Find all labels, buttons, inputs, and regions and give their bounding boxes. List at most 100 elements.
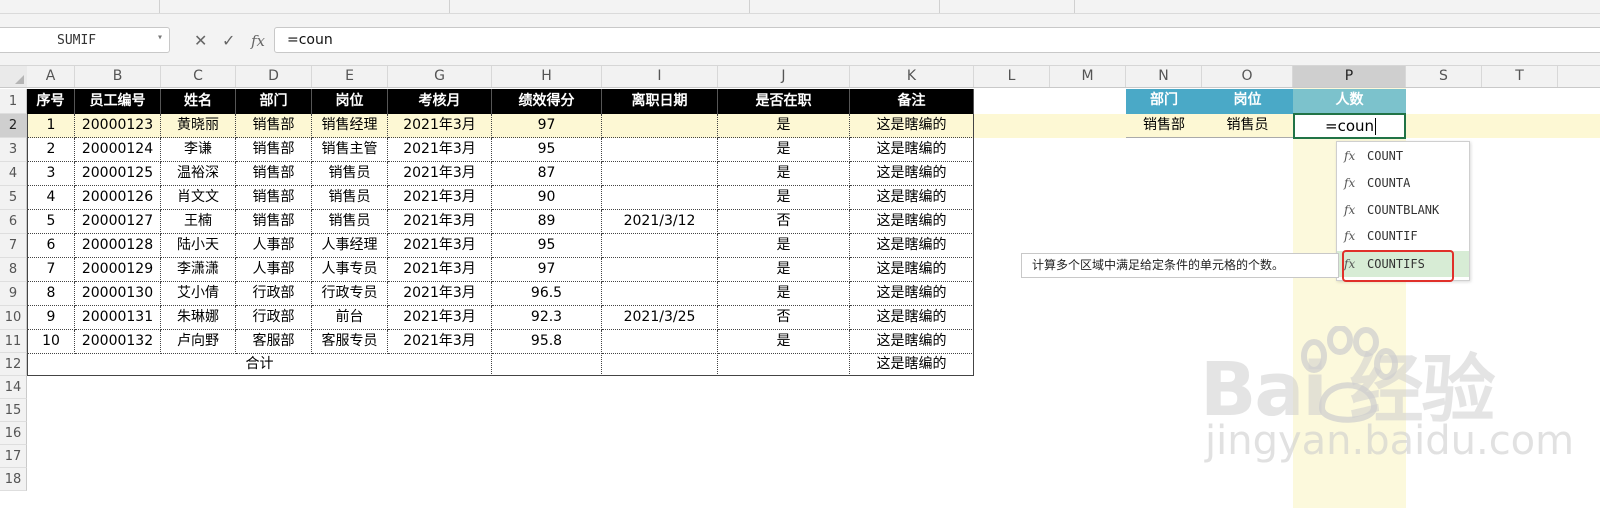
- total-cell[interactable]: [602, 353, 718, 376]
- cell-leave-date[interactable]: [602, 234, 718, 258]
- total-label[interactable]: 合计: [27, 353, 492, 376]
- cell-note[interactable]: 这是瞎编的: [850, 210, 974, 234]
- cell-leave-date[interactable]: [602, 186, 718, 210]
- cell-position[interactable]: 客服专员: [312, 330, 388, 354]
- cell-emp-id[interactable]: 20000125: [75, 162, 161, 186]
- total-note[interactable]: 这是瞎编的: [850, 353, 974, 376]
- header-seq[interactable]: 序号: [27, 89, 75, 114]
- cell-dept[interactable]: 人事部: [236, 258, 312, 282]
- cell-name[interactable]: 艾小倩: [161, 282, 236, 306]
- header-name[interactable]: 姓名: [161, 89, 236, 114]
- cell-emp-id[interactable]: 20000129: [75, 258, 161, 282]
- autocomplete-item-counta[interactable]: fx COUNTA: [1337, 170, 1469, 196]
- col-header-J[interactable]: J: [718, 66, 850, 87]
- row-header[interactable]: 16: [0, 422, 27, 445]
- header-dept[interactable]: 部门: [236, 89, 312, 114]
- cell-dept[interactable]: 销售部: [236, 162, 312, 186]
- side-value-dept[interactable]: 销售部: [1126, 114, 1202, 138]
- cell-seq[interactable]: 3: [27, 162, 75, 186]
- cell-note[interactable]: 这是瞎编的: [850, 114, 974, 138]
- cell-review-month[interactable]: 2021年3月: [388, 258, 492, 282]
- row-header[interactable]: 6: [0, 210, 27, 234]
- cell-emp-id[interactable]: 20000123: [75, 114, 161, 138]
- cell-position[interactable]: 人事经理: [312, 234, 388, 258]
- cell-note[interactable]: 这是瞎编的: [850, 282, 974, 306]
- cell-employed[interactable]: 是: [718, 186, 850, 210]
- row-header[interactable]: 14: [0, 376, 27, 399]
- header-emp-id[interactable]: 员工编号: [75, 89, 161, 114]
- row-header[interactable]: 5: [0, 186, 27, 210]
- side-header-count[interactable]: 人数: [1293, 89, 1406, 114]
- cell-dept[interactable]: 行政部: [236, 306, 312, 330]
- cell-score[interactable]: 90: [492, 186, 602, 210]
- cell-dept[interactable]: 销售部: [236, 114, 312, 138]
- cell-note[interactable]: 这是瞎编的: [850, 330, 974, 354]
- cell-dept[interactable]: 客服部: [236, 330, 312, 354]
- cell-position[interactable]: 销售主管: [312, 138, 388, 162]
- cell-score[interactable]: 87: [492, 162, 602, 186]
- chevron-down-icon[interactable]: ▾: [157, 32, 163, 43]
- cell-name[interactable]: 温裕深: [161, 162, 236, 186]
- name-box[interactable]: SUMIF ▾: [0, 27, 170, 53]
- cancel-icon[interactable]: ✕: [194, 30, 207, 52]
- autocomplete-item-countblank[interactable]: fx COUNTBLANK: [1337, 197, 1469, 223]
- row-header[interactable]: 12: [0, 353, 27, 376]
- col-header-G[interactable]: G: [388, 66, 492, 87]
- cell-review-month[interactable]: 2021年3月: [388, 138, 492, 162]
- cell-review-month[interactable]: 2021年3月: [388, 210, 492, 234]
- cell-emp-id[interactable]: 20000124: [75, 138, 161, 162]
- row-header[interactable]: 9: [0, 282, 27, 306]
- cell-seq[interactable]: 5: [27, 210, 75, 234]
- cell-position[interactable]: 销售经理: [312, 114, 388, 138]
- col-header-N[interactable]: N: [1126, 66, 1202, 87]
- cell-score[interactable]: 96.5: [492, 282, 602, 306]
- cell-review-month[interactable]: 2021年3月: [388, 186, 492, 210]
- col-header-L[interactable]: L: [974, 66, 1050, 87]
- row-header[interactable]: 15: [0, 399, 27, 422]
- cell-seq[interactable]: 4: [27, 186, 75, 210]
- cell-position[interactable]: 行政专员: [312, 282, 388, 306]
- cell-position[interactable]: 销售员: [312, 210, 388, 234]
- col-header-P[interactable]: P: [1293, 66, 1406, 87]
- row-header[interactable]: 2: [0, 114, 27, 138]
- cell-leave-date[interactable]: [602, 138, 718, 162]
- cell-emp-id[interactable]: 20000127: [75, 210, 161, 234]
- col-header-B[interactable]: B: [75, 66, 161, 87]
- cell-review-month[interactable]: 2021年3月: [388, 306, 492, 330]
- cell-employed[interactable]: 是: [718, 282, 850, 306]
- header-employed[interactable]: 是否在职: [718, 89, 850, 114]
- cell-review-month[interactable]: 2021年3月: [388, 162, 492, 186]
- row-header[interactable]: 11: [0, 330, 27, 353]
- cell-score[interactable]: 92.3: [492, 306, 602, 330]
- cell-name[interactable]: 黄晓丽: [161, 114, 236, 138]
- cell-score[interactable]: 97: [492, 258, 602, 282]
- formula-input[interactable]: =coun: [274, 27, 1600, 53]
- cell-seq[interactable]: 10: [27, 330, 75, 354]
- select-all-corner[interactable]: [0, 66, 27, 87]
- cell-position[interactable]: 人事专员: [312, 258, 388, 282]
- cell-note[interactable]: 这是瞎编的: [850, 306, 974, 330]
- cell-emp-id[interactable]: 20000131: [75, 306, 161, 330]
- total-cell[interactable]: [718, 353, 850, 376]
- col-header-M[interactable]: M: [1050, 66, 1126, 87]
- header-position[interactable]: 岗位: [312, 89, 388, 114]
- total-cell[interactable]: [492, 353, 602, 376]
- cell-dept[interactable]: 人事部: [236, 234, 312, 258]
- side-header-dept[interactable]: 部门: [1126, 89, 1202, 114]
- active-cell-editor[interactable]: =coun: [1293, 113, 1406, 139]
- cell-note[interactable]: 这是瞎编的: [850, 138, 974, 162]
- cell-review-month[interactable]: 2021年3月: [388, 114, 492, 138]
- col-header-H[interactable]: H: [492, 66, 602, 87]
- cell-position[interactable]: 销售员: [312, 186, 388, 210]
- row-header[interactable]: 8: [0, 258, 27, 282]
- col-header-I[interactable]: I: [602, 66, 718, 87]
- header-review-month[interactable]: 考核月: [388, 89, 492, 114]
- cell-seq[interactable]: 2: [27, 138, 75, 162]
- cell-review-month[interactable]: 2021年3月: [388, 282, 492, 306]
- cell-dept[interactable]: 销售部: [236, 186, 312, 210]
- cell-employed[interactable]: 是: [718, 330, 850, 354]
- enter-check-icon[interactable]: ✓: [222, 30, 235, 52]
- cell-score[interactable]: 89: [492, 210, 602, 234]
- cell-seq[interactable]: 7: [27, 258, 75, 282]
- col-header-T[interactable]: T: [1482, 66, 1558, 87]
